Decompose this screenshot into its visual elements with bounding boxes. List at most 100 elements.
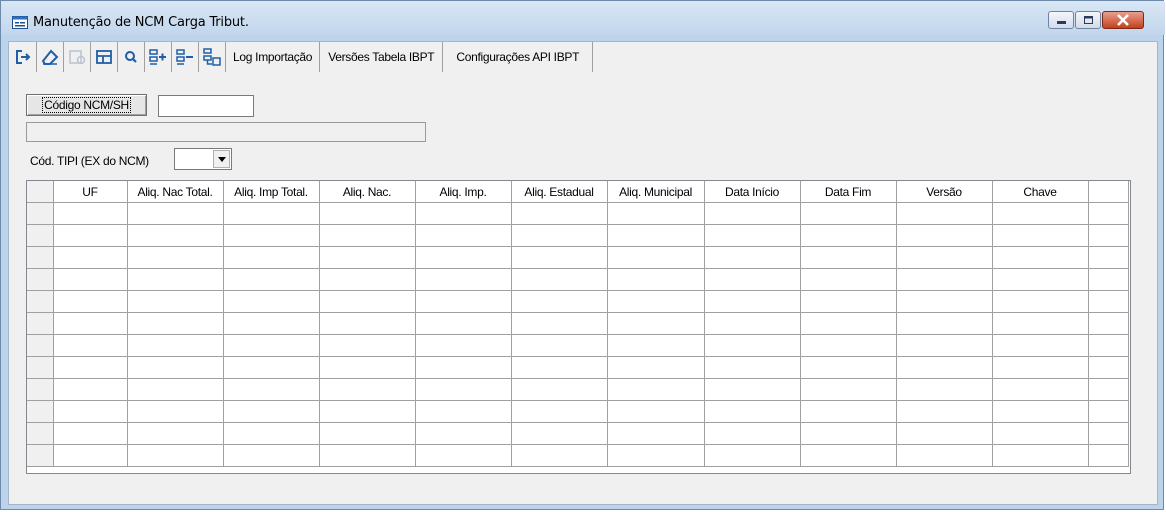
column-header[interactable]: Aliq. Nac Total. <box>127 181 224 203</box>
grid-cell[interactable] <box>992 334 1089 357</box>
grid-cell[interactable] <box>992 202 1089 225</box>
row-indicator[interactable] <box>27 400 54 423</box>
grid-cell[interactable] <box>415 444 512 467</box>
grid-cell[interactable] <box>319 202 416 225</box>
grid-cell[interactable] <box>415 422 512 445</box>
grid-cell[interactable] <box>992 378 1089 401</box>
grid-cell[interactable] <box>415 224 512 247</box>
grid-cell[interactable] <box>415 246 512 269</box>
grid-cell[interactable] <box>319 268 416 291</box>
grid-cell[interactable] <box>511 356 608 379</box>
grid-cell[interactable] <box>896 312 993 335</box>
grid-cell[interactable] <box>704 202 801 225</box>
grid-cell[interactable] <box>992 246 1089 269</box>
grid-cell[interactable] <box>53 400 128 423</box>
grid-cell[interactable] <box>607 356 705 379</box>
exit-button[interactable] <box>11 42 35 72</box>
grid-cell[interactable] <box>800 356 897 379</box>
grid-cell[interactable] <box>127 268 224 291</box>
column-header[interactable]: Aliq. Nac. <box>319 181 416 203</box>
grid-cell[interactable] <box>53 268 128 291</box>
grid-cell[interactable] <box>415 202 512 225</box>
grid-cell[interactable] <box>53 444 128 467</box>
add-row-button[interactable] <box>146 42 170 72</box>
grid-cell[interactable] <box>415 400 512 423</box>
grid-cell[interactable] <box>319 422 416 445</box>
column-header[interactable]: Chave <box>992 181 1089 203</box>
grid-cell[interactable] <box>53 356 128 379</box>
grid-cell[interactable] <box>704 224 801 247</box>
grid-cell[interactable] <box>415 378 512 401</box>
tax-rates-grid[interactable]: UF Aliq. Nac Total. Aliq. Imp Total. Ali… <box>26 180 1131 474</box>
grid-cell[interactable] <box>992 290 1089 313</box>
grid-cell[interactable] <box>127 202 224 225</box>
grid-cell[interactable] <box>415 290 512 313</box>
row-indicator[interactable] <box>27 202 54 225</box>
grid-cell[interactable] <box>896 290 993 313</box>
grid-cell[interactable] <box>607 334 705 357</box>
search-button[interactable] <box>119 42 143 72</box>
grid-cell[interactable] <box>223 400 320 423</box>
grid-cell[interactable] <box>319 444 416 467</box>
grid-cell[interactable] <box>607 290 705 313</box>
grid-cell[interactable] <box>127 290 224 313</box>
grid-cell[interactable] <box>511 422 608 445</box>
column-header[interactable]: Aliq. Municipal <box>607 181 705 203</box>
grid-cell[interactable] <box>800 378 897 401</box>
grid-cell[interactable] <box>896 400 993 423</box>
save-button[interactable] <box>65 42 89 72</box>
grid-cell[interactable] <box>800 400 897 423</box>
maximize-button[interactable] <box>1075 11 1101 29</box>
grid-cell[interactable] <box>704 290 801 313</box>
grid-cell[interactable] <box>415 334 512 357</box>
table-row[interactable] <box>27 202 1129 225</box>
grid-cell[interactable] <box>896 246 993 269</box>
grid-cell[interactable] <box>800 290 897 313</box>
grid-cell[interactable] <box>223 312 320 335</box>
grid-cell[interactable] <box>223 268 320 291</box>
log-importacao-button[interactable]: Log Importação <box>227 42 318 72</box>
grid-cell[interactable] <box>223 422 320 445</box>
grid-cell[interactable] <box>992 400 1089 423</box>
grid-cell[interactable] <box>53 334 128 357</box>
grid-cell[interactable] <box>127 312 224 335</box>
grid-cell[interactable] <box>704 246 801 269</box>
column-header[interactable]: Aliq. Imp Total. <box>223 181 320 203</box>
grid-cell[interactable] <box>127 224 224 247</box>
grid-cell[interactable] <box>704 334 801 357</box>
row-indicator[interactable] <box>27 356 54 379</box>
grid-cell[interactable] <box>53 224 128 247</box>
table-row[interactable] <box>27 290 1129 313</box>
grid-cell[interactable] <box>511 290 608 313</box>
grid-cell[interactable] <box>127 444 224 467</box>
grid-cell[interactable] <box>607 422 705 445</box>
grid-cell[interactable] <box>415 312 512 335</box>
grid-cell[interactable] <box>53 202 128 225</box>
grid-cell[interactable] <box>800 334 897 357</box>
grid-cell[interactable] <box>800 422 897 445</box>
row-indicator[interactable] <box>27 378 54 401</box>
grid-cell[interactable] <box>992 356 1089 379</box>
row-indicator[interactable] <box>27 444 54 467</box>
grid-cell[interactable] <box>319 312 416 335</box>
row-indicator[interactable] <box>27 312 54 335</box>
title-bar[interactable]: Manutenção de NCM Carga Tribut. <box>1 1 1165 35</box>
minimize-button[interactable] <box>1048 11 1074 29</box>
grid-cell[interactable] <box>415 356 512 379</box>
grid-cell[interactable] <box>319 246 416 269</box>
table-row[interactable] <box>27 312 1129 335</box>
grid-cell[interactable] <box>704 400 801 423</box>
column-header[interactable]: Aliq. Imp. <box>415 181 512 203</box>
grid-cell[interactable] <box>896 422 993 445</box>
grid-cell[interactable] <box>992 444 1089 467</box>
column-header[interactable]: Aliq. Estadual <box>511 181 608 203</box>
remove-row-button[interactable] <box>173 42 197 72</box>
grid-cell[interactable] <box>223 378 320 401</box>
grid-cell[interactable] <box>53 378 128 401</box>
grid-cell[interactable] <box>53 422 128 445</box>
grid-cell[interactable] <box>511 378 608 401</box>
grid-cell[interactable] <box>511 224 608 247</box>
grid-cell[interactable] <box>223 444 320 467</box>
row-indicator[interactable] <box>27 334 54 357</box>
grid-cell[interactable] <box>704 422 801 445</box>
